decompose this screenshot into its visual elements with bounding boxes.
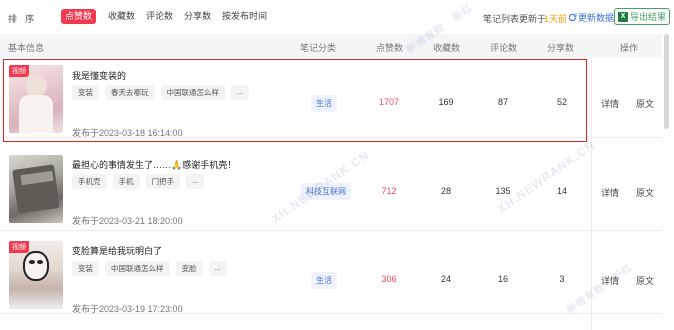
favorites-count: 28 (440, 186, 451, 196)
col-comments: 评论数 (490, 43, 518, 53)
note-title[interactable]: 变脸算是给我玩明白了 (72, 244, 162, 257)
tag[interactable]: 变装 (72, 261, 99, 276)
excel-icon: X (617, 11, 628, 22)
tag-more[interactable]: ... (208, 261, 227, 276)
col-shares: 分享数 (547, 43, 575, 53)
video-badge: 视频 (9, 241, 29, 253)
shares-count: 3 (559, 274, 565, 284)
toolbar: 排序 点赞数 收藏数 评论数 分享数 按发布时间 笔记列表更新于 1天前 更新数… (0, 0, 674, 32)
tag[interactable]: 手机壳 (72, 174, 107, 189)
source-link[interactable]: 原文 (636, 186, 654, 199)
comments-count: 16 (497, 274, 508, 284)
sort-by-shares-button[interactable]: 分享数 (184, 9, 211, 24)
vertical-scrollbar[interactable] (664, 34, 669, 129)
tag-more[interactable]: ... (186, 174, 205, 189)
sort-by-favorites-button[interactable]: 收藏数 (108, 9, 135, 24)
sort-by-likes-button[interactable]: 点赞数 (61, 9, 97, 24)
col-likes: 点赞数 (376, 43, 404, 53)
publish-time: 发布于2023-03-21 18:20:00 (72, 216, 183, 226)
table-header: 基本信息 笔记分类 点赞数 收藏数 评论数 分享数 操作 (0, 34, 662, 57)
highlight-frame (3, 59, 587, 142)
export-label: 导出结果 (629, 12, 666, 22)
col-favorites: 收藏数 (433, 43, 461, 53)
tag[interactable]: 手机 (112, 174, 140, 189)
tag[interactable]: 门把手 (145, 174, 180, 189)
col-actions: 操作 (620, 43, 639, 53)
likes-count: 712 (381, 186, 397, 196)
shares-count: 14 (556, 186, 567, 196)
thumbnail-phone (12, 164, 60, 214)
tag[interactable]: 中国联通怎么样 (105, 261, 170, 276)
source-link[interactable]: 原文 (636, 274, 654, 287)
sort-label: 排序 (8, 14, 43, 24)
update-days: 1天前 (544, 14, 568, 24)
note-thumbnail[interactable] (9, 155, 63, 223)
refresh-button[interactable]: 更新数据 (568, 11, 614, 24)
publish-time: 发布于2023-03-19 17:23:00 (72, 304, 183, 314)
thumbnail-opera-face (23, 251, 49, 281)
note-title[interactable]: 最担心的事情发生了……🙏感谢手机壳！ (72, 158, 236, 171)
favorites-count: 24 (440, 274, 451, 284)
tag-list: 手机壳 手机 门把手 ... (72, 174, 205, 189)
likes-count: 306 (381, 274, 397, 284)
note-thumbnail[interactable]: 视频 (9, 241, 63, 309)
refresh-label: 更新数据 (578, 13, 615, 23)
col-basic-info: 基本信息 (8, 43, 45, 53)
tag-list: 变装 中国联通怎么样 变脸 ... (72, 261, 227, 276)
export-button[interactable]: X 导出结果 (614, 8, 670, 25)
tag[interactable]: 变脸 (175, 261, 203, 276)
detail-link[interactable]: 详情 (601, 186, 619, 199)
update-info: 笔记列表更新于 (483, 14, 547, 24)
refresh-icon (568, 13, 577, 22)
sort-by-comments-button[interactable]: 评论数 (146, 9, 173, 24)
detail-link[interactable]: 详情 (601, 97, 619, 110)
category-badge: 生活 (311, 272, 337, 289)
source-link[interactable]: 原文 (636, 97, 654, 110)
col-category: 笔记分类 (300, 43, 337, 53)
sort-by-time-button[interactable]: 按发布时间 (222, 9, 267, 24)
